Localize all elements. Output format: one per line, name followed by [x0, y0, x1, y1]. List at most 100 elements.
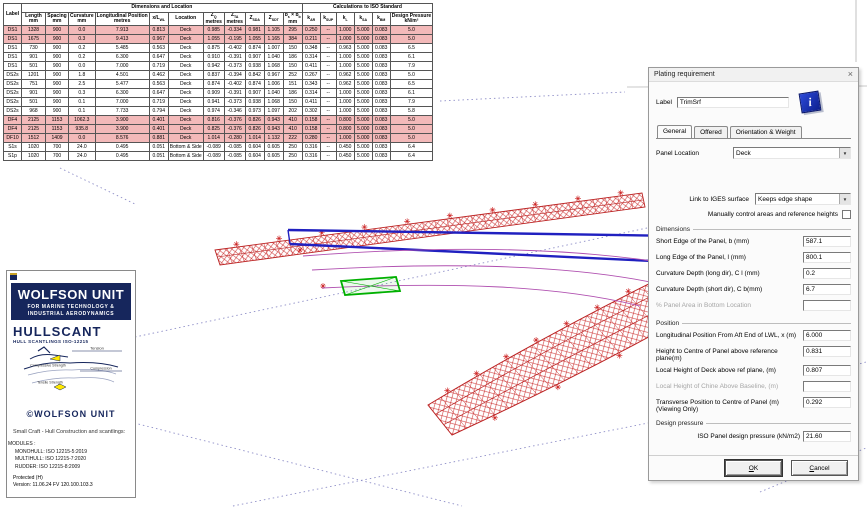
field-input[interactable]	[803, 268, 851, 279]
table-cell: 0.907	[245, 53, 264, 62]
table-cell: 1.068	[264, 62, 283, 71]
table-row[interactable]: DS15019000.07.0000.719Deck0.942-0.3730.9…	[4, 62, 433, 71]
table-cell: --	[320, 134, 336, 143]
table-row[interactable]: DS116759000.39.4130.967Deck1.055-0.1951.…	[4, 35, 433, 44]
table-row[interactable]: DS2s9689000.17.7330.794Deck0.974-0.3460.…	[4, 107, 433, 116]
table-cell: 0.974	[203, 107, 224, 116]
section-header: Position	[656, 320, 851, 327]
table-cell: --	[320, 62, 336, 71]
cancel-button[interactable]: Cancel	[791, 460, 848, 476]
field-input[interactable]	[803, 397, 851, 408]
table-cell: 0.2	[69, 44, 96, 53]
col-header: kBM	[372, 13, 390, 26]
field-input[interactable]	[803, 365, 851, 376]
table-cell: 0.563	[149, 80, 168, 89]
col-header: Curvaturemm	[69, 13, 96, 26]
table-cell: Deck	[168, 62, 203, 71]
table-cell: 1020	[22, 152, 46, 161]
table-cell: 1.000	[336, 89, 354, 98]
table-cell: Deck	[168, 35, 203, 44]
table-row[interactable]: DF4212511531062.33.9000.401Deck0.816-0.3…	[4, 116, 433, 125]
table-cell: --	[320, 53, 336, 62]
table-cell: 5.0	[390, 71, 432, 80]
selected-panel[interactable]	[341, 277, 400, 295]
field-row: % Panel Area in Bottom Location	[656, 300, 851, 313]
table-cell: 0.800	[336, 125, 354, 134]
table-cell: -0.195	[224, 35, 245, 44]
table-cell: 0.083	[372, 71, 390, 80]
field-row: ISO Panel design pressure (kN/m2)	[656, 430, 851, 443]
panel-location-select[interactable]: Deck ▼	[733, 147, 851, 159]
table-cell: 1.040	[264, 89, 283, 98]
table-cell: 0.874	[245, 44, 264, 53]
table-cell: 1328	[22, 26, 46, 35]
scantlings-table: LabelDimensions and LocationCalculations…	[3, 3, 433, 161]
info-icon[interactable]: i	[798, 91, 821, 114]
panel-label-input[interactable]	[677, 97, 789, 108]
table-row[interactable]: DF421251153935.83.9000.401Deck0.825-0.37…	[4, 125, 433, 134]
table-cell: --	[320, 116, 336, 125]
table-cell: 384	[283, 35, 302, 44]
table-cell: 0.800	[336, 116, 354, 125]
table-cell: 5.485	[95, 44, 149, 53]
table-row[interactable]: DS19019000.26.3000.647Deck0.910-0.3910.9…	[4, 53, 433, 62]
field-input[interactable]	[803, 431, 851, 442]
table-cell: 150	[283, 98, 302, 107]
module-line: MONOHULL: ISO 12215-5:2019	[15, 449, 135, 457]
field-input[interactable]	[803, 346, 851, 357]
field-input[interactable]	[803, 284, 851, 295]
table-cell: 0.401	[149, 116, 168, 125]
col-header-label: Label	[4, 4, 22, 26]
table-cell: 252	[283, 71, 302, 80]
field-input[interactable]	[803, 330, 851, 341]
chevron-down-icon[interactable]: ▼	[839, 148, 850, 158]
manual-control-checkbox[interactable]	[842, 210, 851, 219]
table-cell: 1201	[22, 71, 46, 80]
table-cell: 202	[283, 107, 302, 116]
table-cell: 900	[46, 53, 69, 62]
ok-button[interactable]: OK	[725, 460, 782, 476]
table-cell: 0.938	[245, 98, 264, 107]
table-cell: 0.794	[149, 107, 168, 116]
table-row[interactable]: DS2s7519002.55.4770.563Deck0.874-0.4020.…	[4, 80, 433, 89]
field-input[interactable]	[803, 252, 851, 263]
table-row[interactable]: S1p102070024.00.4950.051Bottom & Side-0.…	[4, 152, 433, 161]
close-icon[interactable]: ×	[848, 70, 853, 79]
table-cell: Deck	[168, 125, 203, 134]
table-row[interactable]: DS2s9019000.36.3000.647Deck0.909-0.3910.…	[4, 89, 433, 98]
table-cell: 901	[22, 89, 46, 98]
table-cell: 1.000	[336, 35, 354, 44]
chevron-down-icon[interactable]: ▼	[839, 194, 850, 204]
field-input	[803, 381, 851, 392]
field-input[interactable]	[803, 236, 851, 247]
iges-link-select[interactable]: Keeps edge shape ▼	[755, 193, 851, 205]
table-cell: 0.0	[69, 134, 96, 143]
table-cell: 5.000	[354, 44, 372, 53]
table-row[interactable]: DS17309000.25.4850.563Deck0.875-0.4020.8…	[4, 44, 433, 53]
col-header: ZSDA	[245, 13, 264, 26]
table-row[interactable]: DS113289000.07.9130.813Deck0.985-0.3340.…	[4, 26, 433, 35]
dialog-titlebar[interactable]: Plating requirement ×	[649, 68, 858, 82]
caption-line: Small Craft - Hull Construction and scan…	[13, 429, 131, 435]
table-row[interactable]: S1s102070024.00.4950.051Bottom & Side-0.…	[4, 143, 433, 152]
table-cell: 6.1	[390, 89, 432, 98]
table-row[interactable]: DS2s12019001.84.5010.462Deck0.837-0.3940…	[4, 71, 433, 80]
tab-general[interactable]: General	[657, 125, 692, 138]
table-row[interactable]: DF10151214090.08.5760.881Deck1.014-0.280…	[4, 134, 433, 143]
table-cell: 0.825	[203, 125, 224, 134]
table-cell: 0.910	[203, 53, 224, 62]
table-cell: -0.391	[224, 53, 245, 62]
table-cell: 9.413	[95, 35, 149, 44]
table-cell: --	[320, 152, 336, 161]
plating-requirement-dialog: Plating requirement × Label i General Of…	[648, 67, 859, 481]
module-line: RUDDER: ISO 12215-8:2009	[15, 464, 135, 472]
table-cell: 900	[46, 26, 69, 35]
table-cell: 5.0	[390, 26, 432, 35]
table-cell: DS2s	[4, 71, 22, 80]
table-cell: Deck	[168, 80, 203, 89]
table-cell: 0.604	[245, 152, 264, 161]
field-label: Local Height of Chine Above Baseline, (m…	[656, 381, 803, 390]
table-row[interactable]: DS2s5019000.17.0000.719Deck0.941-0.3730.…	[4, 98, 433, 107]
table-cell: 900	[46, 44, 69, 53]
table-cell: 0.083	[372, 62, 390, 71]
